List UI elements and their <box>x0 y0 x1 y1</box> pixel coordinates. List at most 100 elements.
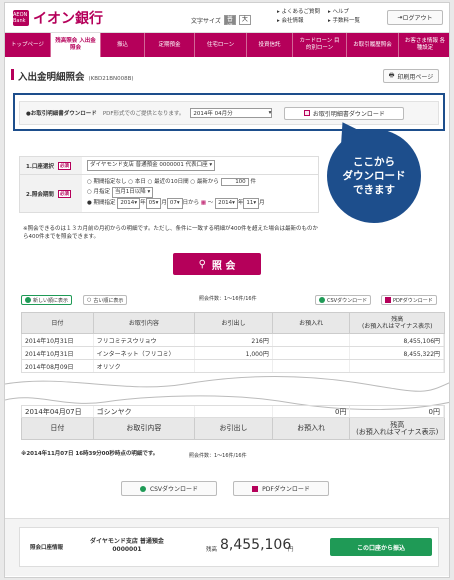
transactions-table: 日付 お取引内容 お引出し お預入れ 残高 (お預入れはマイナス表示) 2014… <box>21 312 445 373</box>
document-icon <box>303 110 310 116</box>
transfer-button[interactable]: この口座から振込 <box>330 538 432 556</box>
account-value-cell: ダイヤモンド支店 普通預金 0000001 代表口座 ▾ <box>82 157 220 174</box>
company-link[interactable]: ▸ 会社情報 <box>277 17 320 26</box>
col-date: 日付 <box>22 313 94 333</box>
period-options: ○ 期間指定なし ○ 本日 ○ 最近の10日間 ○ 最新から 100 件 ○ 月… <box>82 175 270 212</box>
faq-link[interactable]: ▸ よくあるご質問 <box>277 8 320 17</box>
font-size-normal-button[interactable]: 普通 <box>223 15 236 31</box>
account-info: ダイヤモンド支店 普通預金 0000001 <box>90 538 164 554</box>
nav-card-loan[interactable]: カードローン 目的別ローン <box>293 33 347 57</box>
timestamp-note: ※2014年11月07日 16時39分00秒時点の明細です。 <box>21 451 159 457</box>
nav-history[interactable]: お取引履歴照会 <box>347 33 399 57</box>
from-month: 05 <box>148 200 156 206</box>
range-tilde: 〜 <box>207 200 214 206</box>
result-toolbar: 新しい順に表示 ○ 古い順に表示 照会件数：1〜16件/16件 CSVダウンロード… <box>21 294 441 306</box>
logout-button[interactable]: ⇥ ログアウト <box>387 10 443 25</box>
aeon-logo-icon: AEON Bank <box>13 10 29 26</box>
table-row: 2014年10月31日 インターネット（フリコミ） 1,000円 8,455,3… <box>21 347 445 360</box>
callout-line1: ここから <box>353 156 395 168</box>
sort-newest-button[interactable]: 新しい順に表示 <box>21 295 73 305</box>
month-select[interactable]: 2014年 04月分 ▾ <box>190 108 273 118</box>
logout-label: ログアウト <box>402 15 433 22</box>
result-count: 照会件数：1〜16件/16件 <box>199 296 257 302</box>
period-option-row3[interactable]: ● 期間指定 2014▾ 年 05▾ 月 07▾ 日から ▦ 〜 2014▾ 年 11▾ 月 <box>87 198 265 209</box>
period-option-text: ○ 期間指定なし ○ 本日 ○ 最近の10日間 ○ 最新から <box>87 179 219 185</box>
row-balance: 0円 <box>350 406 445 417</box>
nav-top[interactable]: トップページ <box>5 33 51 57</box>
font-size-large-button[interactable]: 大 <box>238 15 251 25</box>
csv-download-button[interactable]: CSVダウンロード <box>315 295 372 305</box>
account-select[interactable]: ダイヤモンド支店 普通預金 0000001 代表口座 ▾ <box>87 160 216 171</box>
company-link-label: 会社情報 <box>281 18 304 24</box>
chevron-down-icon: ▾ <box>268 110 272 116</box>
from-suffix: 日から <box>182 200 200 206</box>
nav-balance[interactable]: 残高照会 入出金照会 <box>51 33 101 57</box>
help-link[interactable]: ▸ ヘルプ <box>328 8 360 17</box>
account-branch: ダイヤモンド支店 普通預金 <box>90 538 164 545</box>
nav-settings[interactable]: お客さま情報 各種設定 <box>399 33 449 57</box>
col-date: 日付 <box>22 418 94 439</box>
sort-oldest-icon: ○ <box>87 297 92 303</box>
fees-link[interactable]: ▸ 手数料一覧 <box>328 17 360 26</box>
sort-newest-label: 新しい順に表示 <box>33 297 69 304</box>
pdf-icon <box>252 485 259 492</box>
table-bottom: 2014年04月07日 ゴシンヤク 0円 0円 日付 お取引内容 お引出し お預… <box>21 405 445 440</box>
to-year-select[interactable]: 2014▾ <box>215 198 238 209</box>
download-highlight: ●お取引明細書ダウンロード PDF形式でのご提供となります。 2014年 04月… <box>13 93 445 131</box>
pdf-icon <box>385 297 391 303</box>
account-label: 1.口座選択 <box>26 163 54 170</box>
row-deposit <box>273 347 351 359</box>
period-option-row2[interactable]: ○ 月指定 当月1日以降 ▾ <box>87 187 265 198</box>
download-label: ●お取引明細書ダウンロード <box>26 111 97 117</box>
statement-download-label: お取引明細書ダウンロード <box>312 110 385 118</box>
sort-oldest-button[interactable]: ○ 古い順に表示 <box>83 295 128 305</box>
callout-line3: できます <box>353 184 395 196</box>
pdf-download-bottom-button[interactable]: PDFダウンロード <box>233 481 329 496</box>
col-balance: 残高 (お預入れはマイナス表示) <box>361 316 433 330</box>
statement-download-button[interactable]: お取引明細書ダウンロード <box>284 106 405 120</box>
row-description: フリコミテスウリョウ <box>94 334 196 346</box>
from-year-select[interactable]: 2014▾ <box>117 198 141 209</box>
month-unit: 月 <box>259 200 265 206</box>
month-option-value: 当月1日以降 <box>114 189 146 195</box>
row-date: 2014年04月07日 <box>22 406 94 417</box>
to-month-select[interactable]: 11▾ <box>243 198 260 209</box>
fees-link-label: 手数料一覧 <box>332 18 361 24</box>
print-button[interactable]: 🖶 印刷用ページ <box>383 69 439 83</box>
row-balance: 8,455,322円 <box>350 347 445 359</box>
period-option-row1[interactable]: ○ 期間指定なし ○ 本日 ○ 最近の10日間 ○ 最新から 100 件 <box>87 178 265 187</box>
period-row: 2.照会期間 必須 ○ 期間指定なし ○ 本日 ○ 最近の10日間 ○ 最新から… <box>19 174 319 213</box>
nav-time-deposit[interactable]: 定期預金 <box>145 33 195 57</box>
csv-download-bottom-button[interactable]: CSVダウンロード <box>121 481 217 496</box>
pdf-download-button[interactable]: PDFダウンロード <box>381 295 437 305</box>
nav-transfer[interactable]: 振込 <box>101 33 145 57</box>
search-icon: ⚲ <box>198 258 206 270</box>
required-badge: 必須 <box>57 189 71 198</box>
from-month-select[interactable]: 05▾ <box>145 198 162 209</box>
row-description: ゴシンヤク <box>94 406 196 417</box>
col-withdrawal: お引出し <box>195 313 273 333</box>
main-nav: トップページ 残高照会 入出金照会 振込 定期預金 住宅ローン 投資信託 カード… <box>5 33 449 57</box>
latest-count-input[interactable]: 100 <box>220 178 249 186</box>
required-badge: 必須 <box>57 161 71 170</box>
month-select-value: 2014年 04月分 <box>193 111 233 117</box>
search-button[interactable]: ⚲ 照 会 <box>173 253 261 275</box>
calendar-icon[interactable]: ▦ <box>201 200 206 206</box>
logo[interactable]: AEON Bank イオン銀行 <box>13 8 103 28</box>
page-title-row: 入出金明細照会 (KBD21BN008B) <box>11 69 134 83</box>
table-row: 2014年10月31日 フリコミテスウリョウ 216円 8,455,106円 <box>21 334 445 347</box>
from-day: 07 <box>169 200 177 206</box>
from-year: 2014 <box>120 200 135 206</box>
account-label-cell: 1.口座選択 必須 <box>20 157 82 174</box>
title-accent <box>11 69 14 80</box>
period-label-cell: 2.照会期間 必須 <box>20 175 82 212</box>
header-links: ▸ よくあるご質問 ▸ ヘルプ ▸ 会社情報 ▸ 手数料一覧 <box>277 8 360 26</box>
nav-mortgage[interactable]: 住宅ローン <box>195 33 247 57</box>
print-label: 印刷用ページ <box>397 73 434 81</box>
month-option-select[interactable]: 当月1日以降 ▾ <box>111 187 154 198</box>
search-form: 1.口座選択 必須 ダイヤモンド支店 普通預金 0000001 代表口座 ▾ 2… <box>19 156 319 213</box>
from-day-select[interactable]: 07▾ <box>166 198 183 209</box>
page-title: 入出金明細照会 <box>18 72 85 83</box>
nav-investment[interactable]: 投資信託 <box>247 33 293 57</box>
page-frame: AEON Bank イオン銀行 文字サイズ 普通 大 ▸ よくあるご質問 ▸ ヘ… <box>4 2 450 578</box>
